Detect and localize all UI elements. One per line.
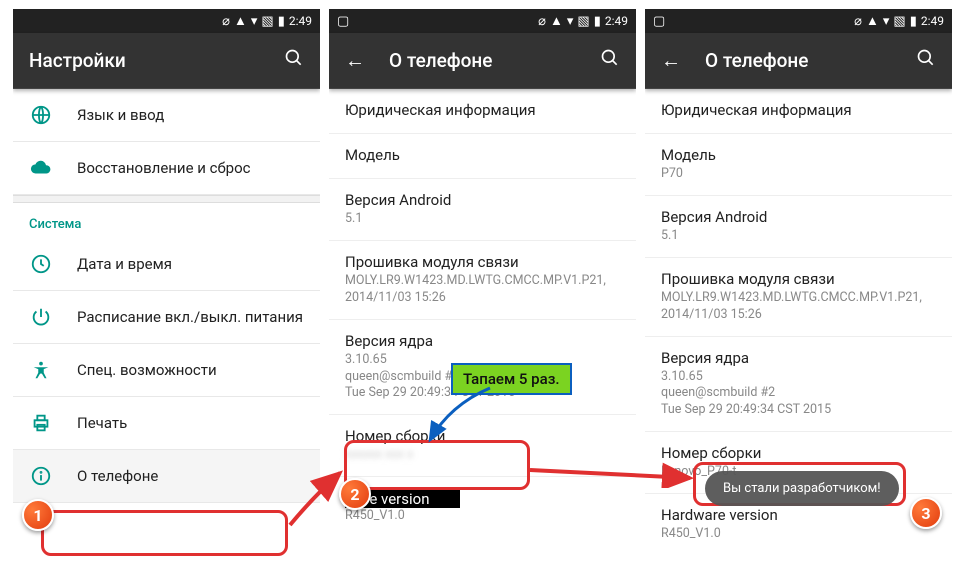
settings-list: Язык и ввод Восстановление и сброс Систе…	[13, 89, 320, 564]
signal-icon: ▲	[866, 15, 879, 28]
item-power-schedule[interactable]: Расписание вкл./выкл. питания	[13, 291, 320, 344]
info-value: 3.10.65 queen@scmbuild #2 Tue Sep 29 20:…	[661, 369, 936, 420]
page-title: О телефоне	[705, 49, 892, 72]
recent-icon: ▢	[337, 15, 349, 28]
section-system: Система	[13, 203, 320, 238]
status-bar: ▢ ⌀ ▲ ▾ ▧ ▮ 2:49	[645, 9, 952, 33]
step-badge-1: 1	[22, 499, 54, 531]
info-title: Версия ядра	[661, 349, 936, 367]
status-time: 2:49	[605, 14, 628, 28]
item-legal[interactable]: Юридическая информация	[329, 89, 636, 133]
battery-icon: ▮	[594, 15, 601, 28]
info-icon	[29, 464, 53, 488]
page-title: Настройки	[29, 49, 260, 72]
item-build-number[interactable]: Номер сборки xxxxxx xxx x	[329, 414, 636, 476]
info-value: R450_V1.0	[661, 526, 936, 543]
page-title: О телефоне	[389, 49, 576, 72]
item-label: О телефоне	[77, 467, 158, 485]
accessibility-icon	[29, 358, 53, 382]
globe-icon	[29, 103, 53, 127]
about-list: Юридическая информация Модель Версия And…	[329, 89, 636, 564]
search-icon[interactable]	[284, 48, 304, 73]
info-title: Прошивка модуля связи	[661, 270, 936, 288]
item-legal[interactable]: Юридическая информация	[645, 89, 952, 133]
vibrate-icon: ⌀	[222, 15, 230, 28]
status-time: 2:49	[289, 14, 312, 28]
status-time: 2:49	[921, 14, 944, 28]
search-icon[interactable]	[600, 48, 620, 73]
callout-tap-5: Тапаем 5 раз.	[451, 363, 572, 395]
print-icon	[29, 411, 53, 435]
developer-toast: Вы стали разработчиком!	[705, 471, 899, 506]
item-accessibility[interactable]: Спец. возможности	[13, 344, 320, 397]
item-date-time[interactable]: Дата и время	[13, 238, 320, 291]
app-bar: ← О телефоне	[329, 33, 636, 89]
vibrate-icon: ⌀	[538, 15, 546, 28]
item-baseband[interactable]: Прошивка модуля связи MOLY.LR9.W1423.MD.…	[645, 257, 952, 336]
status-bar: ⌀ ▲ ▾ ▧ ▮ 2:49	[13, 9, 320, 33]
info-value: P70	[661, 166, 936, 183]
info-title: Номер сборки	[661, 444, 936, 462]
item-android-version[interactable]: Версия Android 5.1	[645, 195, 952, 257]
clock-icon	[29, 252, 53, 276]
info-title: Юридическая информация	[661, 101, 936, 119]
info-value: 5.1	[661, 228, 936, 245]
info-title: Модель	[661, 146, 936, 164]
app-bar: Настройки	[13, 33, 320, 89]
info-value: MOLY.LR9.W1423.MD.LWTG.CMCC.MP.V1.P21, 2…	[345, 273, 620, 307]
item-label: Дата и время	[77, 255, 172, 273]
info-title: Номер сборки	[345, 427, 620, 445]
item-label: Спец. возможности	[77, 361, 217, 379]
step-badge-3: 3	[910, 497, 942, 529]
battery-icon: ▮	[278, 15, 285, 28]
item-kernel[interactable]: Версия ядра 3.10.65 queen@scmbuild #2 Tu…	[645, 336, 952, 432]
item-label: Язык и ввод	[77, 106, 164, 124]
screen-2: ▢ ⌀ ▲ ▾ ▧ ▮ 2:49 ← О телефоне Юридическа…	[329, 9, 636, 564]
item-language[interactable]: Язык и ввод	[13, 89, 320, 142]
item-label: Расписание вкл./выкл. питания	[77, 308, 303, 326]
no-sim-icon: ▧	[261, 15, 273, 28]
item-model[interactable]: Модель P70	[645, 133, 952, 195]
no-sim-icon: ▧	[577, 15, 589, 28]
info-value: xxxxxx xxx x	[345, 447, 620, 464]
battery-icon: ▮	[910, 15, 917, 28]
wifi-icon: ▾	[883, 15, 890, 28]
item-android-version[interactable]: Версия Android 5.1	[329, 178, 636, 240]
item-backup-reset[interactable]: Восстановление и сброс	[13, 142, 320, 195]
info-value: R450_V1.0	[345, 508, 620, 525]
info-title: Юридическая информация	[345, 101, 620, 119]
item-print[interactable]: Печать	[13, 397, 320, 450]
info-value: 5.1	[345, 211, 620, 228]
no-sim-icon: ▧	[893, 15, 905, 28]
wifi-icon: ▾	[251, 15, 258, 28]
info-title: Версия Android	[661, 208, 936, 226]
cloud-icon	[29, 156, 53, 180]
item-label: Восстановление и сброс	[77, 159, 250, 177]
info-title: Версия ядра	[345, 332, 620, 350]
status-bar: ▢ ⌀ ▲ ▾ ▧ ▮ 2:49	[329, 9, 636, 33]
vibrate-icon: ⌀	[854, 15, 862, 28]
search-icon[interactable]	[916, 48, 936, 73]
item-hardware[interactable]: ware version R450_V1.0	[329, 476, 636, 537]
back-icon[interactable]: ←	[661, 48, 681, 73]
app-bar: ← О телефоне	[645, 33, 952, 89]
item-baseband[interactable]: Прошивка модуля связи MOLY.LR9.W1423.MD.…	[329, 240, 636, 319]
info-title: Hardware version	[661, 506, 936, 524]
signal-icon: ▲	[234, 15, 247, 28]
back-icon[interactable]: ←	[345, 48, 365, 73]
item-label: Печать	[77, 414, 127, 432]
item-model[interactable]: Модель	[329, 133, 636, 178]
screen-1: ⌀ ▲ ▾ ▧ ▮ 2:49 Настройки Язык и ввод	[13, 9, 320, 564]
wifi-icon: ▾	[567, 15, 574, 28]
info-title: Версия Android	[345, 191, 620, 209]
item-about-phone[interactable]: О телефоне	[13, 450, 320, 503]
info-title: Прошивка модуля связи	[345, 253, 620, 271]
signal-icon: ▲	[550, 15, 563, 28]
step-badge-2: 2	[339, 478, 371, 510]
recent-icon: ▢	[653, 15, 665, 28]
power-icon	[29, 305, 53, 329]
info-title: Модель	[345, 146, 620, 164]
info-value: MOLY.LR9.W1423.MD.LWTG.CMCC.MP.V1.P21, 2…	[661, 290, 936, 324]
